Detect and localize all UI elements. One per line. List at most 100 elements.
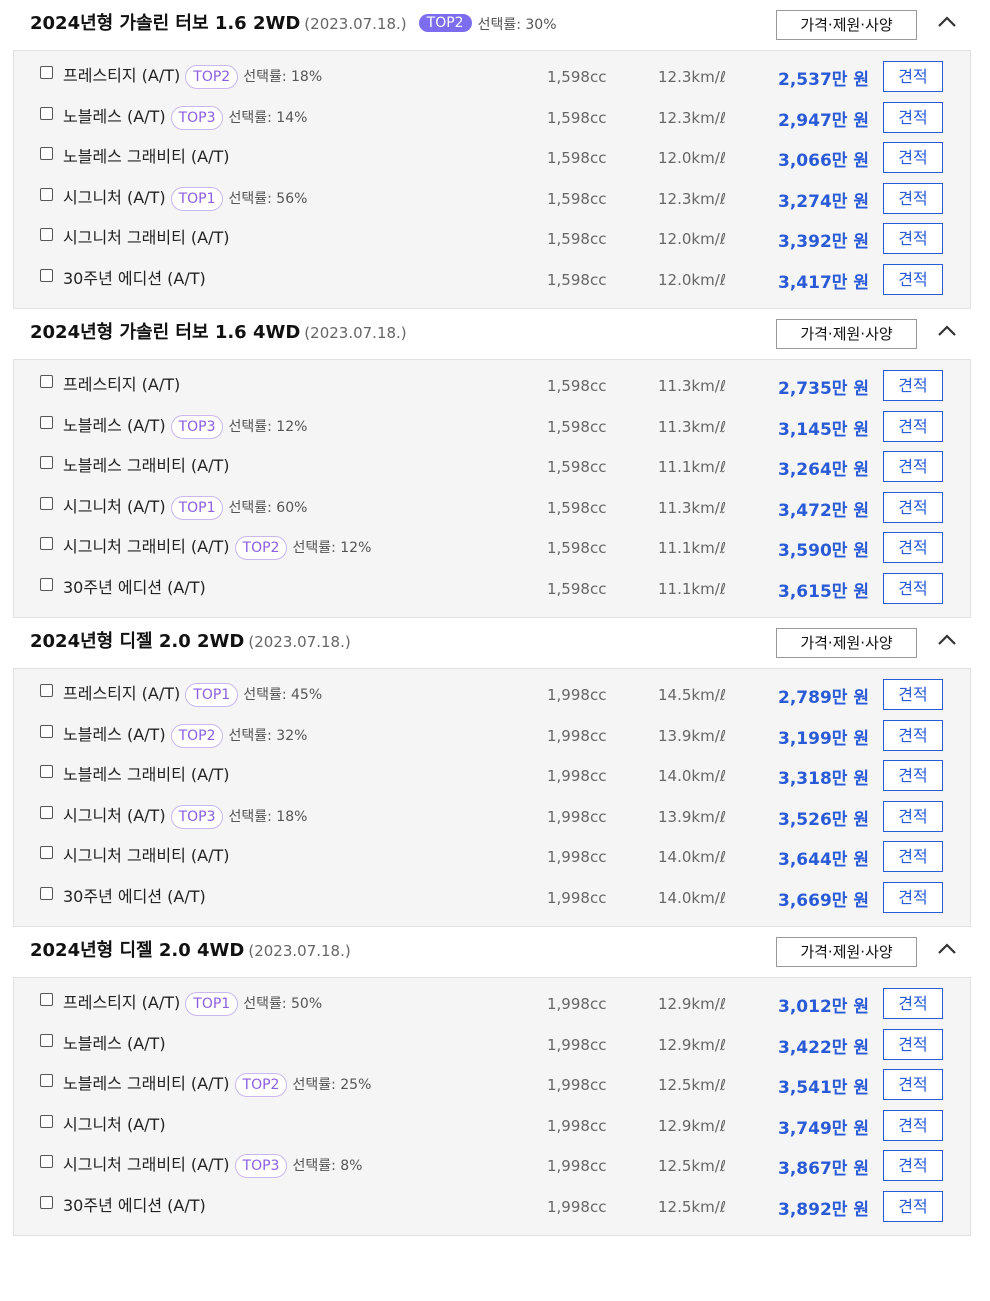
trim-price: 3,644만 원 — [778, 850, 869, 870]
chevron-up-icon[interactable] — [936, 14, 958, 30]
trim-price: 3,541만 원 — [778, 1078, 869, 1098]
group-top-badge: TOP2 — [418, 14, 472, 32]
trim-price: 3,867만 원 — [778, 1159, 869, 1179]
checkbox-icon[interactable] — [40, 228, 53, 241]
trim-row: 시그니처 그래비티 (A/T) TOP3 선택률: 8% 1,998cc 12.5k… — [14, 1147, 970, 1188]
engine-displacement: 1,598cc — [547, 417, 607, 436]
chevron-up-icon[interactable] — [936, 323, 958, 339]
quote-button[interactable]: 견적 — [883, 532, 943, 563]
trim-name: 노블레스 그래비티 (A/T) — [63, 1074, 230, 1093]
chevron-up-icon[interactable] — [936, 941, 958, 957]
fuel-efficiency: 11.3km/ℓ — [658, 377, 726, 395]
quote-button[interactable]: 견적 — [883, 1190, 943, 1222]
fuel-efficiency: 11.1km/ℓ — [658, 458, 726, 476]
quote-button[interactable]: 견적 — [883, 988, 943, 1019]
trim-name: 노블레스 (A/T) — [63, 1033, 166, 1053]
quote-button[interactable]: 견적 — [883, 1150, 943, 1181]
checkbox-icon[interactable] — [40, 106, 53, 120]
checkbox-icon[interactable] — [40, 187, 53, 201]
quote-button[interactable]: 견적 — [883, 719, 943, 751]
chevron-up-icon[interactable] — [936, 632, 958, 648]
checkbox-icon[interactable] — [40, 846, 53, 859]
quote-button[interactable]: 견적 — [883, 451, 943, 482]
trim-info: 노블레스 그래비티 (A/T) — [63, 452, 230, 476]
checkbox-icon[interactable] — [40, 886, 53, 900]
group-header: 2024년형 디젤 2.0 2WD (2023.07.18.) 가격·제원·사양 — [0, 618, 990, 668]
checkbox-icon[interactable] — [40, 684, 53, 697]
checkbox-icon[interactable] — [40, 1155, 53, 1168]
checkbox-icon[interactable] — [40, 1114, 53, 1128]
trim-price: 3,392만 원 — [778, 232, 869, 252]
spec-button[interactable]: 가격·제원·사양 — [776, 10, 917, 40]
checkbox-icon[interactable] — [40, 577, 53, 591]
top-rank-badge: TOP3 — [170, 414, 224, 439]
trim-info: 프레스티지 (A/T) TOP2 선택률: 18% — [63, 62, 322, 89]
engine-displacement: 1,598cc — [547, 68, 607, 86]
quote-button[interactable]: 견적 — [883, 61, 943, 92]
quote-button[interactable]: 견적 — [883, 410, 943, 442]
quote-button[interactable]: 견적 — [883, 101, 943, 133]
checkbox-icon[interactable] — [40, 456, 53, 469]
trim-name: 노블레스 그래비티 (A/T) — [63, 765, 230, 784]
checkbox-icon[interactable] — [40, 1033, 53, 1047]
trim-price: 3,669만 원 — [778, 890, 869, 911]
engine-displacement: 1,598cc — [547, 498, 607, 517]
checkbox-icon[interactable] — [40, 537, 53, 550]
trim-row: 시그니처 그래비티 (A/T) TOP2 선택률: 12% 1,598cc 11.1… — [14, 529, 970, 570]
checkbox-icon[interactable] — [40, 724, 53, 738]
selection-rate: 선택률: 32% — [228, 727, 308, 744]
quote-button[interactable]: 견적 — [883, 263, 943, 295]
top-rank-badge: TOP1 — [185, 683, 239, 707]
top-rank-badge: TOP3 — [170, 105, 224, 130]
trim-row: 노블레스 (A/T) TOP2 선택률: 32% 1,998cc 13.9km/ℓ … — [14, 717, 970, 758]
checkbox-icon[interactable] — [40, 805, 53, 819]
trim-price: 2,789만 원 — [778, 688, 869, 708]
checkbox-icon[interactable] — [40, 415, 53, 429]
group-title-text: 2024년형 가솔린 터보 1.6 2WD — [30, 13, 301, 34]
quote-button[interactable]: 견적 — [883, 1109, 943, 1141]
trim-info: 노블레스 그래비티 (A/T) — [63, 761, 230, 785]
quote-button[interactable]: 견적 — [883, 841, 943, 872]
quote-button[interactable]: 견적 — [883, 679, 943, 710]
quote-button[interactable]: 견적 — [883, 572, 943, 604]
trim-info: 30주년 에디션 (A/T) — [63, 265, 206, 289]
top-rank-badge: TOP2 — [185, 65, 239, 89]
trim-list: 2024년형 가솔린 터보 1.6 2WD (2023.07.18.) TOP2 선택… — [0, 0, 990, 1236]
spec-button[interactable]: 가격·제원·사양 — [776, 628, 917, 658]
checkbox-icon[interactable] — [40, 268, 53, 282]
checkbox-icon[interactable] — [40, 1074, 53, 1087]
checkbox-icon[interactable] — [40, 993, 53, 1006]
checkbox-icon[interactable] — [40, 147, 53, 160]
fuel-efficiency: 12.0km/ℓ — [658, 230, 726, 248]
fuel-efficiency: 13.9km/ℓ — [658, 726, 726, 745]
fuel-efficiency: 11.1km/ℓ — [658, 579, 726, 598]
group-title: 2024년형 가솔린 터보 1.6 2WD (2023.07.18.) TOP2 선택… — [30, 9, 557, 35]
quote-button[interactable]: 견적 — [883, 881, 943, 913]
checkbox-icon[interactable] — [40, 66, 53, 79]
trim-price: 3,749만 원 — [778, 1118, 869, 1139]
group-date: (2023.07.18.) — [304, 324, 407, 342]
checkbox-icon[interactable] — [40, 765, 53, 778]
checkbox-icon[interactable] — [40, 496, 53, 510]
trim-name: 시그니처 (A/T) — [63, 1114, 166, 1134]
trim-name: 30주년 에디션 (A/T) — [63, 268, 206, 288]
quote-button[interactable]: 견적 — [883, 370, 943, 401]
quote-button[interactable]: 견적 — [883, 142, 943, 173]
spec-button[interactable]: 가격·제원·사양 — [776, 319, 917, 349]
trim-name: 시그니처 (A/T) — [63, 187, 166, 207]
trim-info: 30주년 에디션 (A/T) — [63, 574, 206, 598]
fuel-efficiency: 12.9km/ℓ — [658, 1035, 726, 1054]
group-trim-table: 프레스티지 (A/T) TOP1 선택률: 45% 1,998cc 14.5km/ℓ… — [13, 668, 971, 927]
quote-button[interactable]: 견적 — [883, 800, 943, 832]
quote-button[interactable]: 견적 — [883, 491, 943, 523]
engine-displacement: 1,998cc — [547, 1076, 607, 1094]
quote-button[interactable]: 견적 — [883, 182, 943, 214]
quote-button[interactable]: 견적 — [883, 1028, 943, 1060]
quote-button[interactable]: 견적 — [883, 223, 943, 254]
quote-button[interactable]: 견적 — [883, 760, 943, 791]
quote-button[interactable]: 견적 — [883, 1069, 943, 1100]
trim-price: 3,422만 원 — [778, 1037, 869, 1058]
checkbox-icon[interactable] — [40, 375, 53, 388]
spec-button[interactable]: 가격·제원·사양 — [776, 937, 917, 967]
checkbox-icon[interactable] — [40, 1195, 53, 1209]
